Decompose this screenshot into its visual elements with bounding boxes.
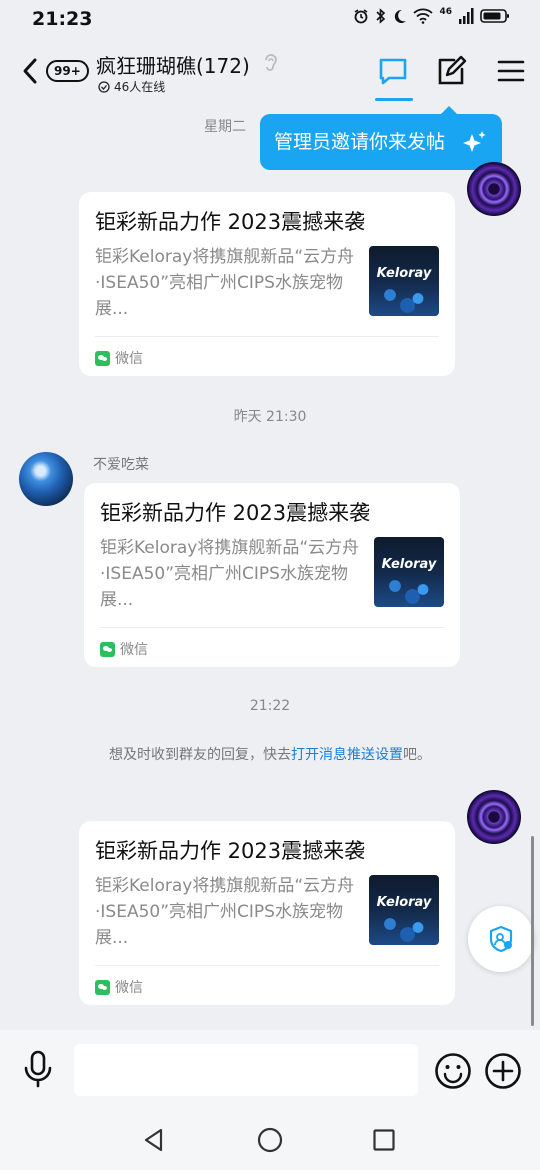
- online-check-icon: [98, 80, 110, 93]
- avatar[interactable]: [467, 790, 521, 844]
- group-title[interactable]: 疯狂珊瑚礁(172): [96, 50, 250, 79]
- timestamp: 21:22: [249, 698, 291, 714]
- card-title: 钜彩新品力作 2023震撼来袭: [95, 839, 366, 863]
- card-thumbnail: Keloray: [369, 246, 439, 316]
- avatar[interactable]: [19, 452, 73, 506]
- card-description: 钜彩Keloray将携旗舰新品“云方舟·ISEA50”亮相广州CIPS水族宠物展…: [95, 247, 355, 319]
- nav-back-icon[interactable]: [142, 1128, 166, 1152]
- source-label: 微信: [115, 351, 143, 367]
- card-title: 钜彩新品力作 2023震撼来袭: [100, 501, 371, 525]
- microphone-icon[interactable]: [22, 1050, 54, 1090]
- card-description: 钜彩Keloray将携旗舰新品“云方舟·ISEA50”亮相广州CIPS水族宠物展…: [100, 538, 360, 610]
- wechat-icon: [95, 350, 110, 366]
- back-icon[interactable]: [18, 54, 44, 88]
- push-notice: 想及时收到群友的回复，快去打开消息推送设置吧。: [0, 744, 540, 764]
- emoji-icon[interactable]: [434, 1052, 472, 1090]
- card-divider: [95, 336, 439, 337]
- card-source: 微信: [100, 639, 148, 659]
- moon-icon: [395, 9, 407, 23]
- online-count: 46人在线: [114, 80, 166, 94]
- wechat-icon: [100, 641, 115, 657]
- source-label: 微信: [120, 642, 148, 658]
- battery-icon: [480, 9, 509, 23]
- input-bar: [0, 1030, 540, 1110]
- card-divider: [95, 965, 439, 966]
- active-tab-indicator: [375, 98, 413, 101]
- source-label: 微信: [115, 980, 143, 996]
- system-nav-bar: [0, 1110, 540, 1170]
- tooltip-text: 管理员邀请你来发帖: [274, 131, 446, 153]
- alarm-icon: [355, 9, 368, 24]
- card-title: 钜彩新品力作 2023震撼来袭: [95, 210, 366, 234]
- ear-icon[interactable]: [262, 52, 280, 74]
- status-icons: 46: [353, 7, 510, 24]
- plus-icon[interactable]: [484, 1052, 522, 1090]
- sparkle-icon: [463, 131, 486, 152]
- link-card[interactable]: 钜彩新品力作 2023震撼来袭 钜彩Keloray将携旗舰新品“云方舟·ISEA…: [84, 483, 460, 667]
- card-thumbnail: Keloray: [369, 875, 439, 945]
- nav-home-icon[interactable]: [257, 1127, 283, 1153]
- sender-name: 不爱吃菜: [93, 457, 149, 473]
- avatar[interactable]: [467, 162, 521, 216]
- card-source: 微信: [95, 977, 143, 997]
- notice-suffix: 吧。: [403, 747, 431, 763]
- card-source: 微信: [95, 348, 143, 368]
- message-input[interactable]: [74, 1044, 418, 1096]
- network-type: 46: [439, 7, 452, 17]
- push-settings-link[interactable]: 打开消息推送设置: [291, 747, 403, 763]
- chat-bubble-icon[interactable]: [376, 54, 410, 88]
- status-time: 21:23: [32, 8, 93, 30]
- unread-badge[interactable]: 99+: [46, 60, 89, 82]
- card-thumbnail: Keloray: [374, 537, 444, 607]
- thumb-logo: Keloray: [376, 266, 432, 281]
- timestamp: 昨天 21:30: [233, 409, 307, 425]
- menu-icon[interactable]: [494, 54, 528, 88]
- link-card[interactable]: 钜彩新品力作 2023震撼来袭 钜彩Keloray将携旗舰新品“云方舟·ISEA…: [79, 821, 455, 1005]
- wechat-icon: [95, 979, 110, 995]
- link-card[interactable]: 钜彩新品力作 2023震撼来袭 钜彩Keloray将携旗舰新品“云方舟·ISEA…: [79, 192, 455, 376]
- thumb-logo: Keloray: [376, 895, 432, 910]
- post-invite-tooltip[interactable]: 管理员邀请你来发帖: [260, 114, 502, 170]
- notice-prefix: 想及时收到群友的回复，快去: [109, 747, 291, 763]
- bluetooth-icon: [376, 8, 386, 24]
- edit-post-icon[interactable]: [434, 54, 468, 88]
- nav-recent-icon[interactable]: [373, 1129, 395, 1151]
- shield-button[interactable]: [468, 906, 534, 972]
- online-status[interactable]: 46人在线: [98, 78, 165, 95]
- shield-icon: [489, 925, 513, 953]
- card-divider: [100, 627, 444, 628]
- thumb-logo: Keloray: [381, 557, 437, 572]
- card-description: 钜彩Keloray将携旗舰新品“云方舟·ISEA50”亮相广州CIPS水族宠物展…: [95, 876, 355, 948]
- chat-header: 99+ 疯狂珊瑚礁(172) 46人在线: [0, 40, 540, 108]
- scrollbar[interactable]: [531, 836, 534, 1026]
- wifi-icon: [413, 8, 434, 24]
- signal-icon: [459, 8, 474, 24]
- status-bar: 21:23 46: [0, 0, 540, 40]
